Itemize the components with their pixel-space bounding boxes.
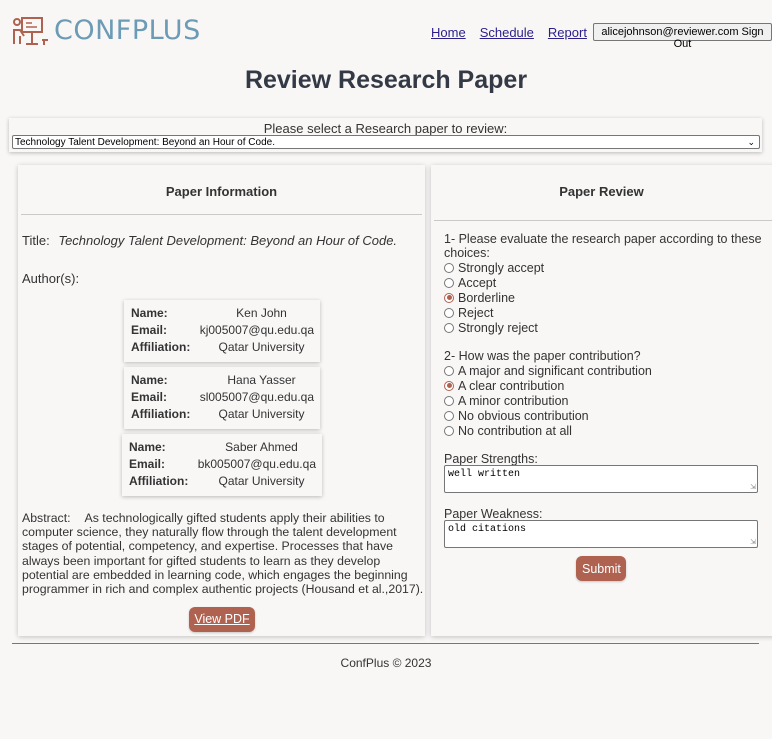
radio-button[interactable] xyxy=(444,365,454,376)
strengths-label: Paper Strengths: xyxy=(444,452,538,466)
radio-button[interactable] xyxy=(444,322,454,333)
authors-label: Author(s): xyxy=(22,271,80,286)
radio-option[interactable]: Accept xyxy=(444,275,496,290)
logo-text: CONFPLUS xyxy=(54,15,201,46)
nav-schedule-link[interactable]: Schedule xyxy=(480,25,534,40)
author-name: Saber Ahmed xyxy=(225,440,298,454)
paper-title: Technology Talent Development: Beyond an… xyxy=(58,233,398,248)
affiliation-label: Affiliation: xyxy=(131,340,191,354)
radio-option[interactable]: No contribution at all xyxy=(444,423,572,438)
radio-label: A major and significant contribution xyxy=(458,363,652,378)
presenter-icon xyxy=(13,17,48,45)
abstract-label: Abstract: xyxy=(22,511,71,525)
resize-handle-icon[interactable]: ⇲ xyxy=(750,483,756,492)
author-affiliation: Qatar University xyxy=(218,407,305,421)
paper-title-row: Title: Technology Talent Development: Be… xyxy=(22,233,397,248)
author-affiliation: Qatar University xyxy=(218,340,305,354)
strengths-value: well written xyxy=(448,469,521,480)
radio-button[interactable] xyxy=(444,425,454,436)
radio-option[interactable]: Strongly reject xyxy=(444,320,538,335)
submit-button[interactable]: Submit xyxy=(576,556,626,581)
question-2: 2- How was the paper contribution? xyxy=(444,349,641,363)
radio-button-selected[interactable] xyxy=(444,380,454,391)
email-label: Email: xyxy=(131,390,168,404)
paper-information-panel: Paper Information Title: Technology Tale… xyxy=(18,165,425,636)
paper-review-heading: Paper Review xyxy=(559,184,644,199)
footer-divider xyxy=(12,643,759,644)
author-email: bk005007@qu.edu.qa xyxy=(197,457,316,471)
email-label: Email: xyxy=(131,323,168,337)
radio-option[interactable]: Borderline xyxy=(444,290,515,305)
title-label: Title: xyxy=(22,233,50,248)
author-email: sl005007@qu.edu.qa xyxy=(199,390,314,404)
radio-label: No obvious contribution xyxy=(458,408,589,423)
page-title: Review Research Paper xyxy=(244,66,528,94)
radio-option[interactable]: No obvious contribution xyxy=(444,408,589,423)
name-label: Name: xyxy=(129,440,166,454)
radio-option[interactable]: Reject xyxy=(444,305,493,320)
strengths-textarea[interactable]: well written ⇲ xyxy=(444,465,758,493)
radio-label: Borderline xyxy=(458,290,515,305)
name-label: Name: xyxy=(131,306,168,320)
radio-button[interactable] xyxy=(444,395,454,406)
weakness-value: old citations xyxy=(448,524,527,535)
question-1: 1- Please evaluate the research paper ac… xyxy=(444,232,762,260)
author-card: Name: Ken John Email: kj005007@qu.edu.qa A… xyxy=(124,300,320,362)
radio-button[interactable] xyxy=(444,410,454,421)
paper-information-heading: Paper Information xyxy=(165,184,278,199)
radio-label: A minor contribution xyxy=(458,393,569,408)
radio-label: Strongly reject xyxy=(458,320,538,335)
radio-button[interactable] xyxy=(444,277,454,288)
header: CONFPLUS Home Schedule Report alicejohns… xyxy=(0,0,772,60)
author-name: Ken John xyxy=(236,306,287,320)
chevron-down-icon: ⌄ xyxy=(747,136,755,147)
author-card: Name: Hana Yasser Email: sl005007@qu.edu.q… xyxy=(124,367,320,429)
weakness-textarea[interactable]: old citations ⇲ xyxy=(444,520,758,548)
radio-label: Accept xyxy=(458,275,497,290)
footer: ConfPlus © 2023 xyxy=(340,656,432,670)
radio-label: No contribution at all xyxy=(458,423,572,438)
email-label: Email: xyxy=(129,457,166,471)
radio-option[interactable]: A minor contribution xyxy=(444,393,568,408)
radio-label: A clear contribution xyxy=(458,378,565,393)
divider xyxy=(434,220,772,221)
author-email: kj005007@qu.edu.qa xyxy=(199,323,314,337)
radio-label: Reject xyxy=(458,305,494,320)
radio-option[interactable]: A clear contribution xyxy=(444,378,564,393)
nav-home-link[interactable]: Home xyxy=(431,25,466,40)
radio-label: Strongly accept xyxy=(458,260,545,275)
author-name: Hana Yasser xyxy=(227,373,296,387)
radio-button[interactable] xyxy=(444,307,454,318)
paper-select-bar: Please select a Research paper to review… xyxy=(9,118,762,152)
paper-select-dropdown[interactable]: Technology Talent Development: Beyond an… xyxy=(12,135,760,149)
affiliation-label: Affiliation: xyxy=(129,474,189,488)
radio-button[interactable] xyxy=(444,262,454,273)
resize-handle-icon[interactable]: ⇲ xyxy=(750,538,756,547)
author-affiliation: Qatar University xyxy=(218,474,305,488)
abstract-text: As technologically gifted students apply… xyxy=(22,511,424,597)
abstract: Abstract: As technologically gifted stude… xyxy=(22,511,424,596)
radio-option[interactable]: A major and significant contribution xyxy=(444,363,652,378)
sign-out-button[interactable]: alicejohnson@reviewer.com Sign Out xyxy=(592,23,772,50)
logo[interactable]: CONFPLUS xyxy=(12,16,201,46)
paper-select-value: Technology Talent Development: Beyond an… xyxy=(15,136,275,148)
author-card: Name: Saber Ahmed Email: bk005007@qu.edu.q… xyxy=(122,434,322,496)
radio-button-selected[interactable] xyxy=(444,292,454,303)
weakness-label: Paper Weakness: xyxy=(444,507,543,521)
affiliation-label: Affiliation: xyxy=(131,407,191,421)
main-nav: Home Schedule Report alicejohnson@review… xyxy=(431,23,772,50)
paper-review-panel: Paper Review 1- Please evaluate the rese… xyxy=(431,165,772,636)
view-pdf-button[interactable]: View PDF xyxy=(189,607,255,632)
radio-option[interactable]: Strongly accept xyxy=(444,260,544,275)
divider xyxy=(21,214,422,215)
paper-select-label: Please select a Research paper to review… xyxy=(263,121,508,136)
nav-report-link[interactable]: Report xyxy=(548,25,587,40)
name-label: Name: xyxy=(131,373,168,387)
